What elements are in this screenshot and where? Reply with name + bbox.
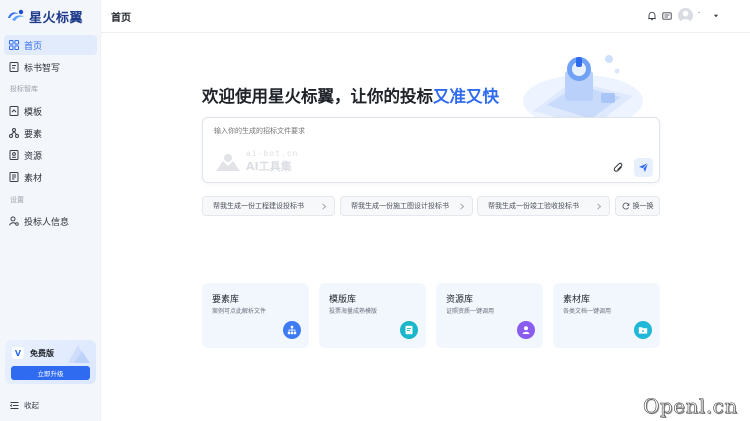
welcome-headline: 欢迎使用星火标翼，让你的投标又准又快 — [202, 83, 499, 107]
sidebar-item-label: 资源 — [24, 151, 43, 162]
grid-icon — [9, 40, 19, 50]
main-content: 欢迎使用星火标翼，让你的投标又准又快 ai-bot.cn AI工具集 — [101, 33, 750, 421]
send-button[interactable] — [634, 158, 653, 177]
sidebar-item-home[interactable]: 首页 — [4, 35, 97, 55]
hierarchy-icon — [283, 321, 301, 339]
library-description: 证照资质一键调用 — [446, 308, 495, 315]
library-title: 资源库 — [446, 295, 474, 305]
refresh-label: 换一换 — [632, 202, 654, 210]
watermark-url: ai-bot.cn — [246, 149, 299, 158]
section-label-library: 投标智库 — [10, 85, 38, 93]
version-badge: V — [12, 347, 24, 359]
watermark: ai-bot.cn AI工具集 — [214, 149, 298, 174]
refresh-suggestions-button[interactable]: 换一换 — [615, 196, 660, 216]
suggestion-label: 帮我生成一份工程建设投标书 — [213, 202, 304, 210]
watermark-brand: AI工具集 — [246, 160, 292, 173]
sidebar-item-label: 标书智写 — [24, 63, 61, 74]
user-settings-icon — [9, 216, 19, 226]
sidebar-item-bidder-info[interactable]: 投标人信息 — [4, 211, 97, 231]
sidebar-item-smart-writing[interactable]: 标书智写 — [4, 57, 97, 77]
app-root: 星火标翼 首页 标书智写 投标智库 模板 要素 资源 素材 设置 投标人信息 V… — [0, 0, 750, 421]
plan-name: 免费版 — [30, 349, 54, 358]
sidebar-item-materials[interactable]: 素材 — [4, 167, 97, 187]
refresh-icon — [622, 202, 629, 210]
message-icon[interactable] — [662, 11, 672, 21]
avatar[interactable] — [678, 8, 693, 23]
suggestion-chip-3[interactable]: 帮我生成一份竣工验收投标书 — [477, 196, 610, 216]
collapse-label: 收起 — [24, 401, 39, 410]
bell-icon[interactable] — [647, 11, 657, 21]
sidebar-item-resources[interactable]: 资源 — [4, 145, 97, 165]
sidebar-item-label: 要素 — [24, 129, 43, 140]
username[interactable]: · — [698, 9, 700, 17]
sidebar-item-label: 投标人信息 — [24, 217, 70, 228]
library-card-materials[interactable]: 素材库 各类文档一键调用 — [553, 283, 660, 348]
sidebar-item-label: 模板 — [24, 107, 43, 118]
app-name: 星火标翼 — [29, 10, 84, 26]
collapse-sidebar-button[interactable]: 收起 — [10, 400, 39, 411]
section-label-settings: 设置 — [10, 196, 24, 204]
resource-icon — [9, 150, 19, 160]
suggestion-label: 帮我生成一份施工图设计投标书 — [351, 202, 449, 210]
elements-icon — [9, 128, 19, 138]
template-icon — [9, 106, 19, 116]
library-description: 各类文档一键调用 — [563, 308, 612, 315]
site-watermark: Openl.cn — [643, 394, 738, 419]
document-edit-icon — [9, 62, 19, 72]
folder-icon — [634, 321, 652, 339]
headline-accent: 又准又快 — [433, 87, 499, 106]
chevron-down-icon[interactable] — [713, 13, 719, 19]
headline-text: 欢迎使用星火标翼，让你的投标 — [202, 87, 433, 106]
sidebar-item-template[interactable]: 模板 — [4, 101, 97, 121]
library-description: 案例可点此解析文件 — [212, 308, 267, 315]
sidebar-item-elements[interactable]: 要素 — [4, 123, 97, 143]
suggestion-label: 帮我生成一份竣工验收投标书 — [488, 202, 579, 210]
paperclip-icon[interactable] — [613, 162, 625, 174]
sidebar: 星火标翼 首页 标书智写 投标智库 模板 要素 资源 素材 设置 投标人信息 V… — [0, 0, 101, 421]
send-icon — [639, 162, 649, 172]
library-card-resources[interactable]: 资源库 证照资质一键调用 — [436, 283, 543, 348]
page-title: 首页 — [111, 13, 131, 24]
sidebar-item-label: 素材 — [24, 173, 43, 184]
suggestion-chip-2[interactable]: 帮我生成一份施工图设计投标书 — [340, 196, 473, 216]
person-badge-icon — [517, 321, 535, 339]
user-avatar-icon — [680, 10, 691, 23]
logo-icon — [8, 9, 24, 21]
watermark-logo-icon — [216, 153, 240, 171]
chevron-right-icon — [322, 203, 327, 210]
library-card-elements[interactable]: 要素库 案例可点此解析文件 — [202, 283, 309, 348]
prompt-input[interactable] — [214, 127, 594, 135]
material-icon — [9, 172, 19, 182]
library-title: 素材库 — [563, 295, 591, 305]
suggestion-chip-1[interactable]: 帮我生成一份工程建设投标书 — [202, 196, 335, 216]
library-title: 要素库 — [212, 295, 240, 305]
chevron-right-icon — [597, 203, 602, 210]
prompt-composer: ai-bot.cn AI工具集 — [202, 117, 660, 183]
app-logo[interactable]: 星火标翼 — [6, 7, 84, 26]
sidebar-item-label: 首页 — [24, 41, 43, 52]
collapse-icon — [10, 402, 19, 409]
upgrade-decoration-icon — [68, 345, 90, 363]
library-title: 模版库 — [329, 295, 357, 305]
library-card-templates[interactable]: 模版库 投票海量成熟模版 — [319, 283, 426, 348]
chevron-right-icon — [460, 203, 465, 210]
top-header: 首页 · — [101, 0, 750, 33]
upgrade-card: V 免费版 立即升级 — [5, 340, 96, 384]
template-doc-icon — [400, 321, 418, 339]
library-description: 投票海量成熟模版 — [329, 308, 378, 315]
upgrade-button[interactable]: 立即升级 — [11, 366, 90, 380]
